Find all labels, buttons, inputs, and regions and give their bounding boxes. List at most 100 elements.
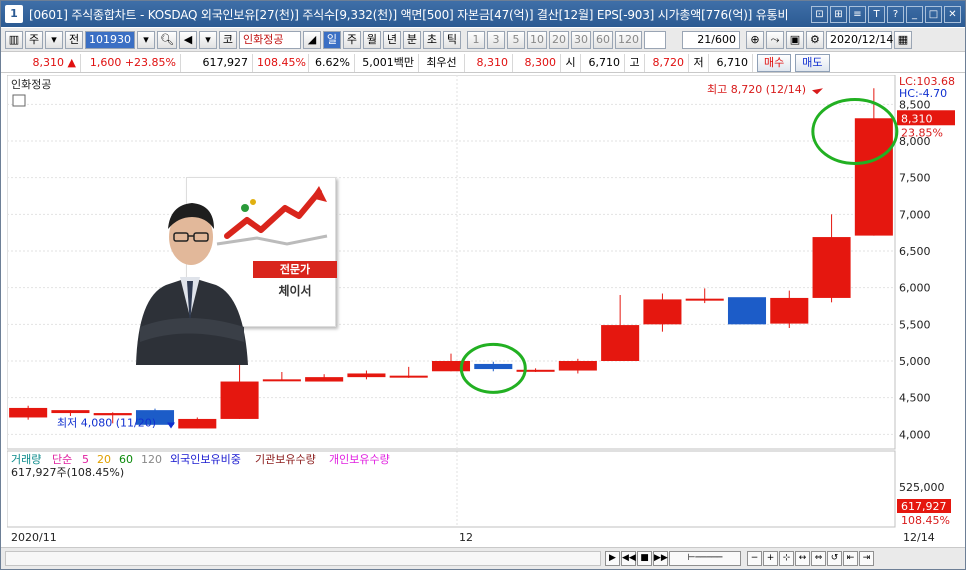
candle-body[interactable] bbox=[770, 297, 809, 324]
whole-button[interactable]: 전 bbox=[65, 30, 83, 49]
interval-120-button[interactable]: 120 bbox=[614, 30, 642, 49]
period-month-button[interactable]: 월 bbox=[362, 30, 381, 49]
reset-icon[interactable]: ↺ bbox=[827, 551, 842, 566]
zoom-out-icon[interactable]: − bbox=[747, 551, 762, 566]
interval-60-button[interactable]: 60 bbox=[592, 30, 613, 49]
candle-body[interactable] bbox=[685, 298, 724, 301]
speaker-dropdown-icon[interactable]: ▾ bbox=[198, 30, 217, 49]
title-bar[interactable]: 1 [0601] 주식종합차트 - KOSDAQ 외국인보유[27(천)] 주식… bbox=[1, 1, 965, 27]
interval-20-button[interactable]: 20 bbox=[548, 30, 569, 49]
zoom-in-icon[interactable]: + bbox=[763, 551, 778, 566]
volume-legend-item[interactable]: 5 bbox=[82, 453, 89, 466]
scroll-right-icon[interactable]: ▶ bbox=[605, 551, 620, 566]
candle-body[interactable] bbox=[347, 373, 386, 378]
count-input[interactable]: 21/600 bbox=[681, 30, 740, 49]
chevron-down-icon[interactable]: ▾ bbox=[45, 30, 63, 49]
candle-body[interactable] bbox=[431, 361, 471, 372]
candle-body[interactable] bbox=[558, 361, 597, 371]
best-bid-label: 최우선 bbox=[419, 53, 465, 72]
close-button[interactable]: ✕ bbox=[944, 5, 961, 23]
interval-10-button[interactable]: 10 bbox=[526, 30, 547, 49]
scroll-end-icon[interactable]: ⇥ bbox=[859, 551, 874, 566]
period-week-button[interactable]: 주 bbox=[342, 30, 361, 49]
candle-body[interactable] bbox=[601, 325, 640, 361]
candle-body[interactable] bbox=[178, 418, 217, 429]
sell-button[interactable]: 매도 bbox=[795, 53, 830, 72]
candle-body[interactable] bbox=[305, 377, 344, 382]
period-minute-button[interactable]: 분 bbox=[402, 30, 421, 49]
interval-custom-input[interactable] bbox=[643, 30, 666, 49]
buy-button[interactable]: 매수 bbox=[757, 53, 792, 72]
open-price: 6,710 bbox=[581, 53, 625, 72]
period-second-button[interactable]: 초 bbox=[422, 30, 441, 49]
market-indicator: 코 bbox=[218, 30, 237, 49]
screen-link-icon[interactable]: ⊡ bbox=[811, 5, 828, 23]
pan-icon[interactable]: ⇔ bbox=[811, 551, 826, 566]
zoom-slider[interactable]: ⊢───── bbox=[669, 551, 741, 566]
period-tick-button[interactable]: 틱 bbox=[442, 30, 461, 49]
search-icon[interactable]: 🔍︎ bbox=[157, 30, 177, 49]
candle-body[interactable] bbox=[516, 369, 555, 372]
candle-body[interactable] bbox=[854, 118, 893, 236]
indicator-icon[interactable]: ⤳ bbox=[765, 30, 784, 49]
candle-body[interactable] bbox=[643, 299, 682, 325]
volume-legend-item[interactable]: 개인보유수량 bbox=[329, 453, 390, 466]
interval-5-button[interactable]: 5 bbox=[506, 30, 525, 49]
stock-name-dropdown-icon[interactable]: ◢ bbox=[302, 30, 321, 49]
period-year-button[interactable]: 년 bbox=[382, 30, 401, 49]
layout-icon[interactable]: ▥ bbox=[5, 30, 23, 49]
low-price: 6,710 bbox=[709, 53, 753, 72]
maximize-button[interactable]: □ bbox=[925, 5, 942, 23]
expert-name: 체이서 bbox=[278, 284, 312, 298]
font-icon[interactable]: T bbox=[868, 5, 885, 23]
speaker-icon[interactable]: ◀︎ bbox=[178, 30, 197, 49]
interval-1-button[interactable]: 1 bbox=[466, 30, 485, 49]
candle-body[interactable] bbox=[9, 407, 48, 418]
low-label: 저 bbox=[689, 53, 709, 72]
calendar-icon[interactable]: ▦ bbox=[893, 30, 912, 49]
minimize-button[interactable]: _ bbox=[906, 5, 923, 23]
y-tick-label: 5,500 bbox=[899, 318, 931, 331]
volume-legend-item[interactable]: 단순 bbox=[52, 453, 72, 466]
candle-body[interactable] bbox=[727, 297, 767, 325]
rewind-icon[interactable]: ◀◀ bbox=[621, 551, 636, 566]
volume-legend-item[interactable]: 기관보유수량 bbox=[255, 453, 316, 466]
volume-legend-item[interactable]: 60 bbox=[119, 453, 133, 466]
grid-toggle-icon[interactable] bbox=[12, 94, 26, 107]
expert-photo bbox=[136, 203, 248, 365]
menu-icon[interactable]: ≡ bbox=[849, 5, 866, 23]
volume-legend-item[interactable]: 거래량 bbox=[11, 453, 41, 466]
hc-label: HC:-4.70 bbox=[899, 87, 947, 100]
interval-3-button[interactable]: 3 bbox=[486, 30, 505, 49]
volume-legend-item[interactable]: 120 bbox=[141, 453, 162, 466]
candle-body[interactable] bbox=[474, 363, 513, 370]
volume-legend-item[interactable]: 20 bbox=[97, 453, 111, 466]
volume-legend-item[interactable]: 외국인보유비중 bbox=[170, 453, 241, 466]
crosshair-icon[interactable]: ⊹ bbox=[779, 551, 794, 566]
interval-30-button[interactable]: 30 bbox=[570, 30, 591, 49]
gear-icon[interactable]: ⚙ bbox=[805, 30, 824, 49]
code-dropdown-icon[interactable]: ▾ bbox=[137, 30, 155, 49]
date-input[interactable]: 2020/12/14 bbox=[825, 30, 893, 49]
trade-amount: 5,001백만 bbox=[355, 53, 419, 72]
candle-body[interactable] bbox=[51, 410, 90, 414]
current-price: 8,310 ▲ bbox=[1, 53, 81, 72]
stock-code-input[interactable]: 101930 bbox=[85, 30, 135, 49]
candle-body[interactable] bbox=[262, 379, 301, 382]
candle-body[interactable] bbox=[812, 237, 851, 298]
save-icon[interactable]: ▣ bbox=[785, 30, 804, 49]
period-day-button[interactable]: 일 bbox=[322, 30, 341, 49]
help-icon[interactable]: ? bbox=[887, 5, 904, 23]
screen-new-icon[interactable]: ⊞ bbox=[830, 5, 847, 23]
stock-name-field[interactable]: 인화정공 bbox=[238, 30, 301, 49]
candle-body[interactable] bbox=[93, 413, 132, 416]
horizontal-scrollbar[interactable] bbox=[5, 551, 601, 566]
stop-icon[interactable]: ■ bbox=[637, 551, 652, 566]
candle-body[interactable] bbox=[389, 375, 428, 378]
tools-icon[interactable]: ⊕ bbox=[745, 30, 764, 49]
scroll-home-icon[interactable]: ⇤ bbox=[843, 551, 858, 566]
candle-body[interactable] bbox=[220, 381, 259, 419]
fit-icon[interactable]: ↔ bbox=[795, 551, 810, 566]
stock-type-selector[interactable]: 주 bbox=[25, 30, 43, 49]
fast-forward-icon[interactable]: ▶▶ bbox=[653, 551, 668, 566]
